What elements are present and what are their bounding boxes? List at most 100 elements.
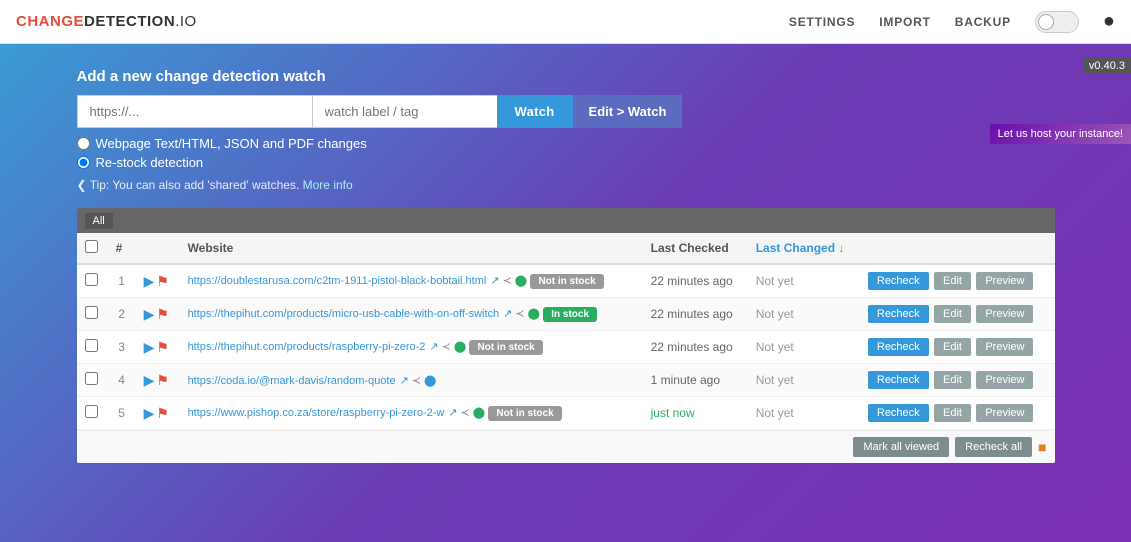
preview-button[interactable]: Preview — [976, 404, 1033, 422]
label-input[interactable] — [312, 95, 497, 128]
theme-toggle[interactable] — [1035, 11, 1079, 33]
row-last-checked: just now — [643, 397, 748, 430]
tip-link[interactable]: More info — [303, 178, 353, 192]
watch-button[interactable]: Watch — [497, 95, 573, 128]
share-icon[interactable]: ≺ — [515, 307, 524, 320]
recheck-button[interactable]: Recheck — [868, 338, 929, 356]
url-input[interactable] — [77, 95, 312, 128]
edit-button[interactable]: Edit — [934, 305, 971, 323]
edit-button[interactable]: Edit — [934, 404, 971, 422]
share-icon[interactable]: ≺ — [461, 406, 470, 419]
chrome-icon[interactable]: ⬤ — [424, 374, 436, 387]
edit-watch-button[interactable]: Edit > Watch — [573, 95, 683, 128]
recheck-all-button[interactable]: Recheck all — [955, 437, 1032, 457]
header-website[interactable]: Website — [180, 233, 643, 264]
row-alert-icon[interactable]: ⚑ — [156, 372, 169, 388]
row-action-icons: ▶⚑ — [136, 397, 180, 430]
external-link-icon[interactable]: ↗ — [503, 307, 512, 320]
radio-html-label[interactable]: Webpage Text/HTML, JSON and PDF changes — [77, 136, 1055, 151]
row-checkbox-1[interactable] — [85, 273, 98, 286]
edit-button[interactable]: Edit — [934, 371, 971, 389]
row-checkbox-2[interactable] — [85, 306, 98, 319]
row-url-link[interactable]: https://thepihut.com/products/raspberry-… — [188, 341, 426, 353]
radio-restock[interactable] — [77, 156, 90, 169]
row-alert-icon[interactable]: ⚑ — [156, 405, 169, 421]
status-badge: In stock — [543, 307, 597, 322]
recheck-button[interactable]: Recheck — [868, 371, 929, 389]
row-last-changed: Not yet — [748, 331, 860, 364]
table-footer: Mark all viewed Recheck all ■ — [77, 430, 1055, 463]
toggle-knob — [1038, 14, 1054, 30]
row-play-icon[interactable]: ▶ — [144, 405, 155, 421]
row-actions: Recheck Edit Preview — [860, 331, 1055, 364]
recheck-button[interactable]: Recheck — [868, 404, 929, 422]
mark-all-viewed-button[interactable]: Mark all viewed — [853, 437, 949, 457]
header-last-changed[interactable]: Last Changed ↓ — [748, 233, 860, 264]
logo-io: .IO — [175, 13, 197, 30]
row-checkbox-cell — [77, 331, 108, 364]
external-link-icon[interactable]: ↗ — [448, 406, 457, 419]
row-actions: Recheck Edit Preview — [860, 397, 1055, 430]
row-alert-icon[interactable]: ⚑ — [156, 339, 169, 355]
nav-settings[interactable]: SETTINGS — [789, 15, 855, 29]
row-checkbox-3[interactable] — [85, 339, 98, 352]
row-checkbox-4[interactable] — [85, 372, 98, 385]
row-alert-icon[interactable]: ⚑ — [156, 306, 169, 322]
row-action-icons: ▶⚑ — [136, 298, 180, 331]
preview-button[interactable]: Preview — [976, 338, 1033, 356]
row-url-link[interactable]: https://www.pishop.co.za/store/raspberry… — [188, 407, 445, 419]
host-banner[interactable]: Let us host your instance! — [990, 124, 1131, 144]
external-link-icon[interactable]: ↗ — [490, 274, 499, 287]
github-icon[interactable]: ● — [1103, 10, 1115, 33]
row-checkbox-5[interactable] — [85, 405, 98, 418]
header-icons — [136, 233, 180, 264]
logo-detection: DETECTION — [84, 13, 175, 30]
row-last-checked: 22 minutes ago — [643, 331, 748, 364]
radio-restock-label[interactable]: Re-stock detection — [77, 155, 1055, 170]
row-url-link[interactable]: https://thepihut.com/products/micro-usb-… — [188, 308, 500, 320]
share-icon[interactable]: ≺ — [442, 340, 451, 353]
row-url-icons: ↗ ≺⬤ — [448, 406, 485, 419]
radio-html[interactable] — [77, 137, 90, 150]
chrome-icon[interactable]: ⬤ — [515, 274, 527, 287]
row-action-icons: ▶⚑ — [136, 264, 180, 298]
row-alert-icon[interactable]: ⚑ — [156, 273, 169, 289]
recheck-button[interactable]: Recheck — [868, 305, 929, 323]
row-url-cell: https://thepihut.com/products/micro-usb-… — [180, 298, 643, 331]
chrome-icon[interactable]: ⬤ — [528, 307, 540, 320]
row-url-link[interactable]: https://doublestarusa.com/c2tm-1911-pist… — [188, 275, 487, 287]
external-link-icon[interactable]: ↗ — [429, 340, 438, 353]
row-url-link[interactable]: https://coda.io/@mark-davis/random-quote — [188, 375, 396, 387]
table-row: 3▶⚑https://thepihut.com/products/raspber… — [77, 331, 1055, 364]
row-last-changed: Not yet — [748, 298, 860, 331]
logo[interactable]: CHANGEDETECTION.IO — [16, 13, 197, 30]
share-icon[interactable]: ≺ — [412, 374, 421, 387]
nav-backup[interactable]: BACKUP — [955, 15, 1011, 29]
preview-button[interactable]: Preview — [976, 305, 1033, 323]
header-actions — [860, 233, 1055, 264]
row-play-icon[interactable]: ▶ — [144, 339, 155, 355]
row-play-icon[interactable]: ▶ — [144, 372, 155, 388]
table-header-row: # Website Last Checked Last Changed ↓ — [77, 233, 1055, 264]
row-last-checked: 22 minutes ago — [643, 298, 748, 331]
row-number: 1 — [108, 264, 136, 298]
row-url-icons: ↗ ≺⬤ — [490, 274, 527, 287]
nav-import[interactable]: IMPORT — [879, 15, 930, 29]
external-link-icon[interactable]: ↗ — [400, 374, 409, 387]
rss-icon[interactable]: ■ — [1038, 439, 1046, 455]
preview-button[interactable]: Preview — [976, 272, 1033, 290]
chrome-icon[interactable]: ⬤ — [454, 340, 466, 353]
row-play-icon[interactable]: ▶ — [144, 273, 155, 289]
share-icon[interactable]: ≺ — [503, 274, 512, 287]
row-play-icon[interactable]: ▶ — [144, 306, 155, 322]
edit-button[interactable]: Edit — [934, 272, 971, 290]
row-last-changed: Not yet — [748, 264, 860, 298]
edit-button[interactable]: Edit — [934, 338, 971, 356]
header-last-checked[interactable]: Last Checked — [643, 233, 748, 264]
recheck-button[interactable]: Recheck — [868, 272, 929, 290]
chrome-icon[interactable]: ⬤ — [473, 406, 485, 419]
select-all-checkbox[interactable] — [85, 240, 98, 253]
header-checkbox[interactable] — [77, 233, 108, 264]
all-badge: All — [85, 213, 113, 229]
preview-button[interactable]: Preview — [976, 371, 1033, 389]
